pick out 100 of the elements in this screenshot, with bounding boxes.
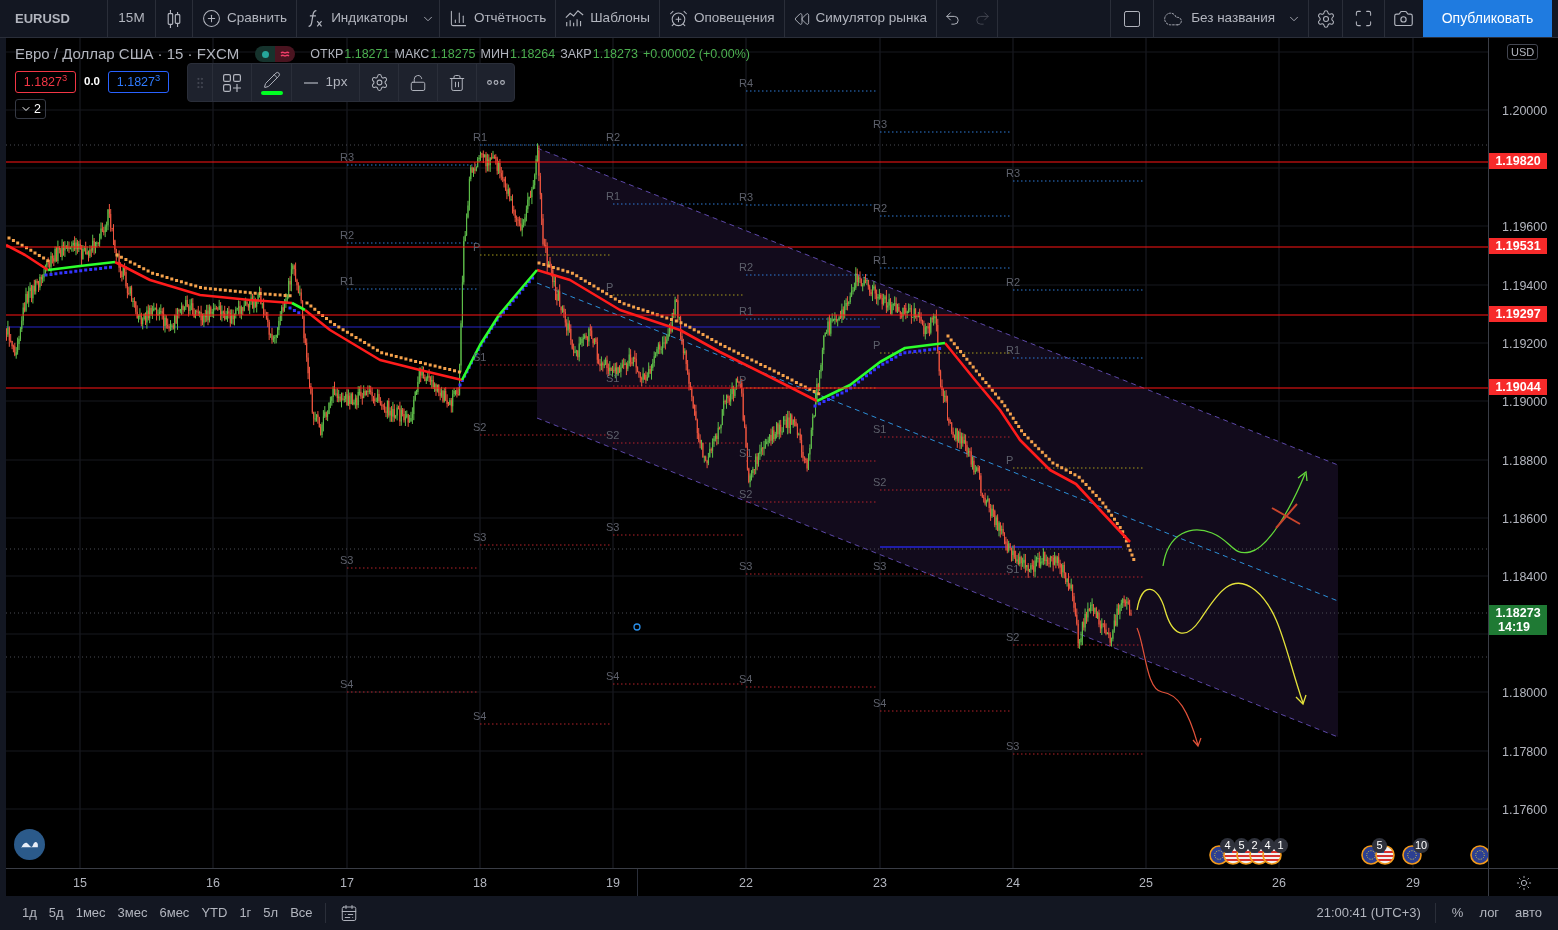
more-icon bbox=[486, 80, 505, 85]
cross-mark bbox=[1271, 503, 1301, 529]
pivot-label: S2 bbox=[873, 476, 887, 488]
interval-button[interactable]: 15М bbox=[108, 0, 155, 37]
bar-chart-icon bbox=[448, 9, 468, 28]
indicators-button[interactable]: Индикаторы bbox=[297, 0, 417, 37]
pivot-label: S2 bbox=[473, 421, 487, 433]
pivot-label: R2 bbox=[739, 261, 754, 273]
layout-name-button[interactable]: Без названия bbox=[1154, 0, 1308, 37]
range-button[interactable]: 1мес bbox=[75, 903, 106, 923]
date-range-button[interactable] bbox=[339, 904, 358, 922]
sun-icon[interactable] bbox=[1515, 874, 1532, 891]
pivot-label: R2 bbox=[340, 229, 355, 241]
event-count: 10 bbox=[1413, 838, 1430, 853]
price-tick-label: 1.19600 bbox=[1502, 221, 1548, 234]
pivot-label: R1 bbox=[340, 275, 355, 287]
pencil-icon bbox=[262, 70, 281, 89]
pivot-label: S4 bbox=[473, 710, 487, 722]
range-button[interactable]: 5д bbox=[48, 903, 64, 923]
pivot-label: R2 bbox=[873, 202, 888, 214]
templates-button[interactable]: Шаблоны bbox=[556, 0, 659, 37]
time-axis-label: 23 bbox=[872, 875, 888, 892]
replay-button[interactable]: Симулятор рынка bbox=[784, 0, 937, 37]
scale-option-button[interactable]: авто bbox=[1515, 903, 1542, 923]
color-swatch-icon bbox=[260, 90, 283, 95]
price-tick-label: 1.20000 bbox=[1502, 105, 1548, 118]
clock-label[interactable]: 21:00:41 (UTC+3) bbox=[1316, 903, 1435, 923]
scale-option-button[interactable]: лог bbox=[1479, 903, 1500, 923]
buy-price-button[interactable]: 1.1827$^{3}$ bbox=[108, 71, 169, 93]
pivot-label: S1 bbox=[1006, 563, 1020, 575]
market-status-icon bbox=[255, 46, 296, 62]
compare-button[interactable]: Сравнить bbox=[193, 0, 297, 37]
spread-value: 0.0 bbox=[83, 74, 101, 90]
pivot-label: S4 bbox=[606, 670, 620, 682]
pivot-label: R1 bbox=[873, 254, 888, 266]
square-icon bbox=[1122, 8, 1143, 29]
reports-button[interactable]: Отчётность bbox=[439, 0, 556, 37]
range-button[interactable]: 3мес bbox=[117, 903, 148, 923]
chart-template-icon bbox=[565, 9, 585, 28]
pivot-label: S2 bbox=[606, 429, 620, 441]
alerts-button[interactable]: Оповещения bbox=[659, 0, 784, 37]
line-width-button[interactable]: 1px bbox=[291, 64, 359, 101]
time-axis-label: 25 bbox=[1138, 875, 1154, 892]
pivot-label: S3 bbox=[739, 560, 753, 572]
pivot-label: R3 bbox=[739, 191, 754, 203]
pivot-label: S2 bbox=[739, 488, 753, 500]
range-button[interactable]: YTD bbox=[201, 903, 228, 923]
pivot-label: S3 bbox=[1006, 740, 1020, 752]
price-level-tag: 1.19531 bbox=[1489, 238, 1547, 254]
time-axis-label: 22 bbox=[738, 875, 754, 892]
ohlc-value: 1.18264 bbox=[510, 45, 556, 63]
pivot-label: S2 bbox=[1006, 631, 1020, 643]
pivot-label: S1 bbox=[606, 372, 620, 384]
scale-option-button[interactable]: % bbox=[1451, 903, 1464, 923]
pivot-label: R1 bbox=[473, 131, 488, 143]
publish-button[interactable]: Опубликовать bbox=[1423, 0, 1552, 37]
pivot-label: R2 bbox=[1006, 276, 1021, 288]
price-tick-label: 1.17800 bbox=[1502, 746, 1548, 759]
price-tick-label: 1.18000 bbox=[1502, 687, 1548, 700]
pivot-label: S1 bbox=[873, 423, 887, 435]
pivot-label: S3 bbox=[606, 521, 620, 533]
crosshair-marker-icon bbox=[633, 623, 641, 631]
pivot-label: R1 bbox=[739, 305, 754, 317]
range-button[interactable]: Все bbox=[290, 903, 313, 923]
instrument-title: Евро / Доллар США · 15 · FXCM bbox=[15, 43, 240, 64]
alarm-clock-icon bbox=[668, 9, 688, 28]
pivot-label: P bbox=[739, 374, 747, 386]
price-tick-label: 1.18400 bbox=[1502, 571, 1548, 584]
pivot-label: R1 bbox=[1006, 344, 1021, 356]
pivot-label: R4 bbox=[739, 77, 754, 89]
symbol-button[interactable]: EURUSD bbox=[0, 0, 107, 37]
time-axis-label: 24 bbox=[1005, 875, 1021, 892]
pivot-label: P bbox=[1006, 454, 1014, 466]
time-axis-label: 29 bbox=[1405, 875, 1421, 892]
ohlc-label: МАКС bbox=[394, 45, 430, 63]
price-level-tag: 1.19297 bbox=[1489, 306, 1547, 322]
currency-badge[interactable]: USD bbox=[1507, 44, 1539, 60]
rewind-icon bbox=[793, 10, 810, 27]
candlestick-icon bbox=[166, 8, 182, 29]
price-tick-label: 1.18800 bbox=[1502, 455, 1548, 468]
price-tick-label: 1.19000 bbox=[1502, 396, 1548, 409]
event-count: 1 bbox=[1273, 838, 1288, 853]
pivot-label: R3 bbox=[340, 151, 355, 163]
range-button[interactable]: 5л bbox=[263, 903, 279, 923]
pivot-label: S4 bbox=[739, 673, 753, 685]
range-button[interactable]: 6мес bbox=[159, 903, 190, 923]
event-flag-icon[interactable] bbox=[1470, 845, 1488, 865]
price-tick-label: 1.19400 bbox=[1502, 280, 1548, 293]
indicators-toggle-button[interactable]: 2 bbox=[15, 99, 46, 119]
ohlc-label: ЗАКР bbox=[560, 45, 592, 63]
price-tick-label: 1.18600 bbox=[1502, 513, 1548, 526]
logo-icon[interactable] bbox=[14, 829, 45, 860]
pivot-label: S3 bbox=[473, 531, 487, 543]
range-button[interactable]: 1г bbox=[239, 903, 252, 923]
range-button[interactable]: 1д bbox=[22, 903, 37, 923]
time-axis-label: 19 bbox=[605, 875, 621, 892]
add-circle-icon bbox=[202, 9, 221, 28]
sell-price-button[interactable]: 1.1827$^{3}$ bbox=[15, 71, 76, 93]
trash-icon bbox=[448, 73, 466, 92]
ohlc-value: 1.18271 bbox=[344, 45, 390, 63]
